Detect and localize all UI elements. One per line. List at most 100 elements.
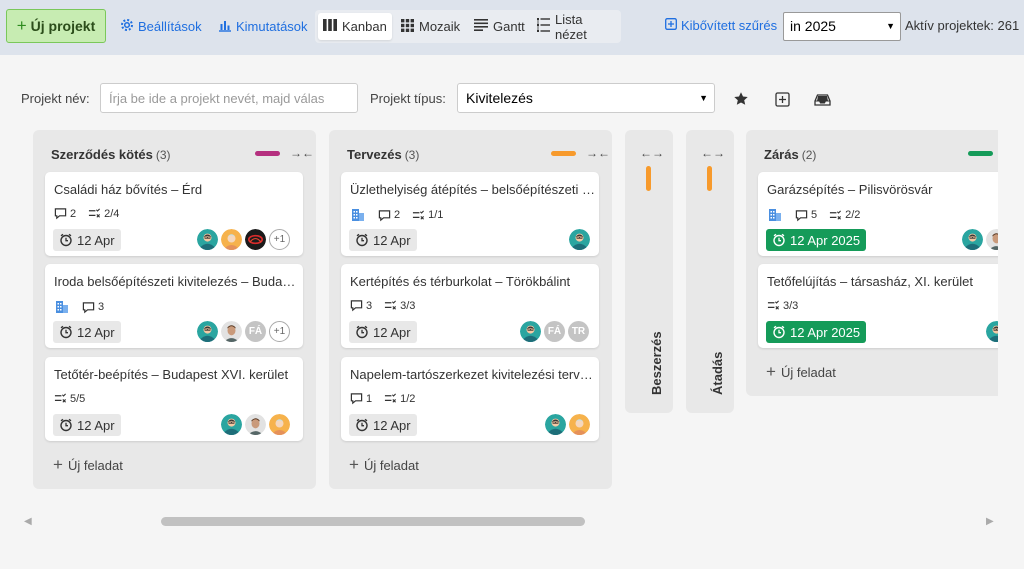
assignee-avatars bbox=[986, 321, 998, 342]
task-card[interactable]: Garázsépítés – Pilisvörösvár 5 2/2 12 Ap… bbox=[758, 172, 998, 256]
assignee-avatars: +1 bbox=[197, 229, 290, 250]
alarm-clock-icon bbox=[772, 233, 786, 247]
alarm-clock-icon bbox=[772, 325, 786, 339]
column-title: Átadás bbox=[710, 351, 725, 395]
avatar[interactable] bbox=[986, 321, 998, 342]
year-select-value: in 2025 bbox=[790, 18, 836, 34]
due-date-badge: 12 Apr bbox=[349, 321, 417, 343]
horizontal-scrollbar-thumb[interactable] bbox=[161, 517, 585, 526]
comment-icon bbox=[350, 299, 363, 312]
avatar-initials[interactable]: TR bbox=[568, 321, 589, 342]
task-card[interactable]: Kertépítés és térburkolat – Törökbálint … bbox=[341, 264, 599, 348]
alarm-clock-icon bbox=[59, 325, 73, 339]
comment-icon bbox=[54, 207, 67, 220]
reports-link[interactable]: Kimutatások bbox=[218, 18, 308, 35]
avatar[interactable] bbox=[569, 229, 590, 250]
column-handover-collapsed[interactable]: ←→ Átadás bbox=[686, 130, 734, 413]
avatar-initials[interactable]: FÁ bbox=[245, 321, 266, 342]
view-gantt-button[interactable]: Gantt bbox=[469, 13, 530, 40]
column-title: Beszerzés bbox=[649, 331, 664, 395]
caret-down-icon: ▼ bbox=[699, 93, 708, 103]
avatar[interactable] bbox=[245, 229, 266, 250]
add-task-button[interactable]: + Új feladat bbox=[53, 455, 123, 475]
due-date-badge: 12 Apr 2025 bbox=[766, 321, 867, 343]
scroll-right-arrow-icon[interactable]: ▶ bbox=[986, 516, 994, 527]
task-progress: 2/4 bbox=[104, 207, 120, 220]
task-card[interactable]: Családi ház bővítés – Érd 2 2/4 12 Apr +… bbox=[45, 172, 303, 256]
star-icon[interactable] bbox=[730, 88, 752, 110]
card-meta: 3 3/3 bbox=[350, 299, 423, 312]
avatar[interactable] bbox=[545, 414, 566, 435]
view-mosaic-button[interactable]: Mozaik bbox=[396, 13, 465, 40]
card-meta: 3 bbox=[54, 299, 112, 315]
building-icon bbox=[767, 207, 783, 223]
active-project-count: Aktív projektek: 261 bbox=[905, 18, 1020, 33]
avatar[interactable] bbox=[197, 321, 218, 342]
expand-arrows-icon[interactable]: ←→ bbox=[701, 146, 725, 160]
card-title: Kertépítés és térburkolat – Törökbálint bbox=[350, 274, 571, 289]
project-type-select[interactable]: Kivitelezés ▼ bbox=[457, 83, 715, 113]
comment-icon bbox=[795, 209, 808, 222]
alarm-clock-icon bbox=[355, 233, 369, 247]
avatar[interactable] bbox=[221, 414, 242, 435]
task-card[interactable]: Tetőfelújítás – társasház, XI. kerület 3… bbox=[758, 264, 998, 348]
list-icon bbox=[537, 18, 550, 35]
column-color-bar bbox=[968, 151, 993, 156]
bar-chart-icon bbox=[218, 18, 232, 35]
add-square-icon[interactable] bbox=[771, 88, 793, 110]
expand-arrows-icon[interactable]: ←→ bbox=[640, 146, 664, 160]
card-title: Iroda belsőépítészeti kivitelezés – Buda… bbox=[54, 274, 299, 289]
collapse-arrows-icon[interactable]: →← bbox=[586, 146, 610, 160]
avatar[interactable] bbox=[569, 414, 590, 435]
collapse-arrows-icon[interactable]: →← bbox=[290, 146, 314, 160]
column-count: (2) bbox=[801, 148, 817, 162]
gantt-icon bbox=[474, 19, 488, 34]
avatar-initials[interactable]: FÁ bbox=[544, 321, 565, 342]
scroll-left-arrow-icon[interactable]: ◀ bbox=[24, 516, 32, 527]
year-select[interactable]: in 2025 ▼ bbox=[783, 12, 901, 41]
card-title: Napelem-tartószerkezet kivitelezési terv… bbox=[350, 367, 593, 382]
column-count: (3) bbox=[155, 148, 171, 162]
view-gantt-label: Gantt bbox=[493, 19, 525, 34]
inbox-icon[interactable] bbox=[811, 88, 833, 110]
add-task-button[interactable]: + Új feladat bbox=[349, 455, 419, 475]
comment-count: 2 bbox=[394, 209, 401, 221]
comment-icon bbox=[82, 301, 95, 314]
avatar[interactable] bbox=[986, 229, 998, 250]
checklist-icon bbox=[384, 299, 397, 312]
card-meta: 5/5 bbox=[54, 392, 93, 405]
advanced-filter-link[interactable]: Kibővített szűrés bbox=[665, 18, 777, 33]
avatar[interactable] bbox=[197, 229, 218, 250]
task-card[interactable]: Napelem-tartószerkezet kivitelezési terv… bbox=[341, 357, 599, 441]
project-name-input[interactable] bbox=[100, 83, 358, 113]
top-toolbar: + Új projekt Beállítások Kimutatások Kan… bbox=[0, 0, 1024, 55]
task-card[interactable]: Tetőtér-beépítés – Budapest XVI. kerület… bbox=[45, 357, 303, 441]
card-title: Tetőtér-beépítés – Budapest XVI. kerület bbox=[54, 367, 289, 382]
more-assignees-badge[interactable]: +1 bbox=[269, 229, 290, 250]
comment-count: 1 bbox=[366, 392, 373, 405]
avatar[interactable] bbox=[520, 321, 541, 342]
column-color-bar bbox=[646, 166, 651, 191]
checklist-icon bbox=[88, 207, 101, 220]
view-switcher: Kanban Mozaik Gantt Lista nézet bbox=[315, 10, 621, 43]
card-title: Üzlethelyiség átépítés – belsőépítészeti… bbox=[350, 182, 595, 197]
settings-link[interactable]: Beállítások bbox=[120, 18, 202, 35]
avatar[interactable] bbox=[221, 229, 242, 250]
more-assignees-badge[interactable]: +1 bbox=[269, 321, 290, 342]
plus-square-icon bbox=[665, 18, 677, 33]
column-procurement-collapsed[interactable]: ←→ Beszerzés bbox=[625, 130, 673, 413]
card-meta: 1 1/2 bbox=[350, 392, 423, 405]
task-card[interactable]: Iroda belsőépítészeti kivitelezés – Buda… bbox=[45, 264, 303, 348]
due-date-badge: 12 Apr bbox=[349, 229, 417, 251]
task-progress: 3/3 bbox=[400, 299, 416, 312]
view-kanban-button[interactable]: Kanban bbox=[318, 13, 392, 40]
reports-label: Kimutatások bbox=[236, 19, 308, 34]
avatar[interactable] bbox=[269, 414, 290, 435]
new-project-button[interactable]: + Új projekt bbox=[6, 9, 106, 43]
avatar[interactable] bbox=[245, 414, 266, 435]
avatar[interactable] bbox=[221, 321, 242, 342]
task-card[interactable]: Üzlethelyiség átépítés – belsőépítészeti… bbox=[341, 172, 599, 256]
add-task-button[interactable]: + Új feladat bbox=[766, 362, 836, 382]
view-list-button[interactable]: Lista nézet bbox=[532, 12, 621, 42]
avatar[interactable] bbox=[962, 229, 983, 250]
